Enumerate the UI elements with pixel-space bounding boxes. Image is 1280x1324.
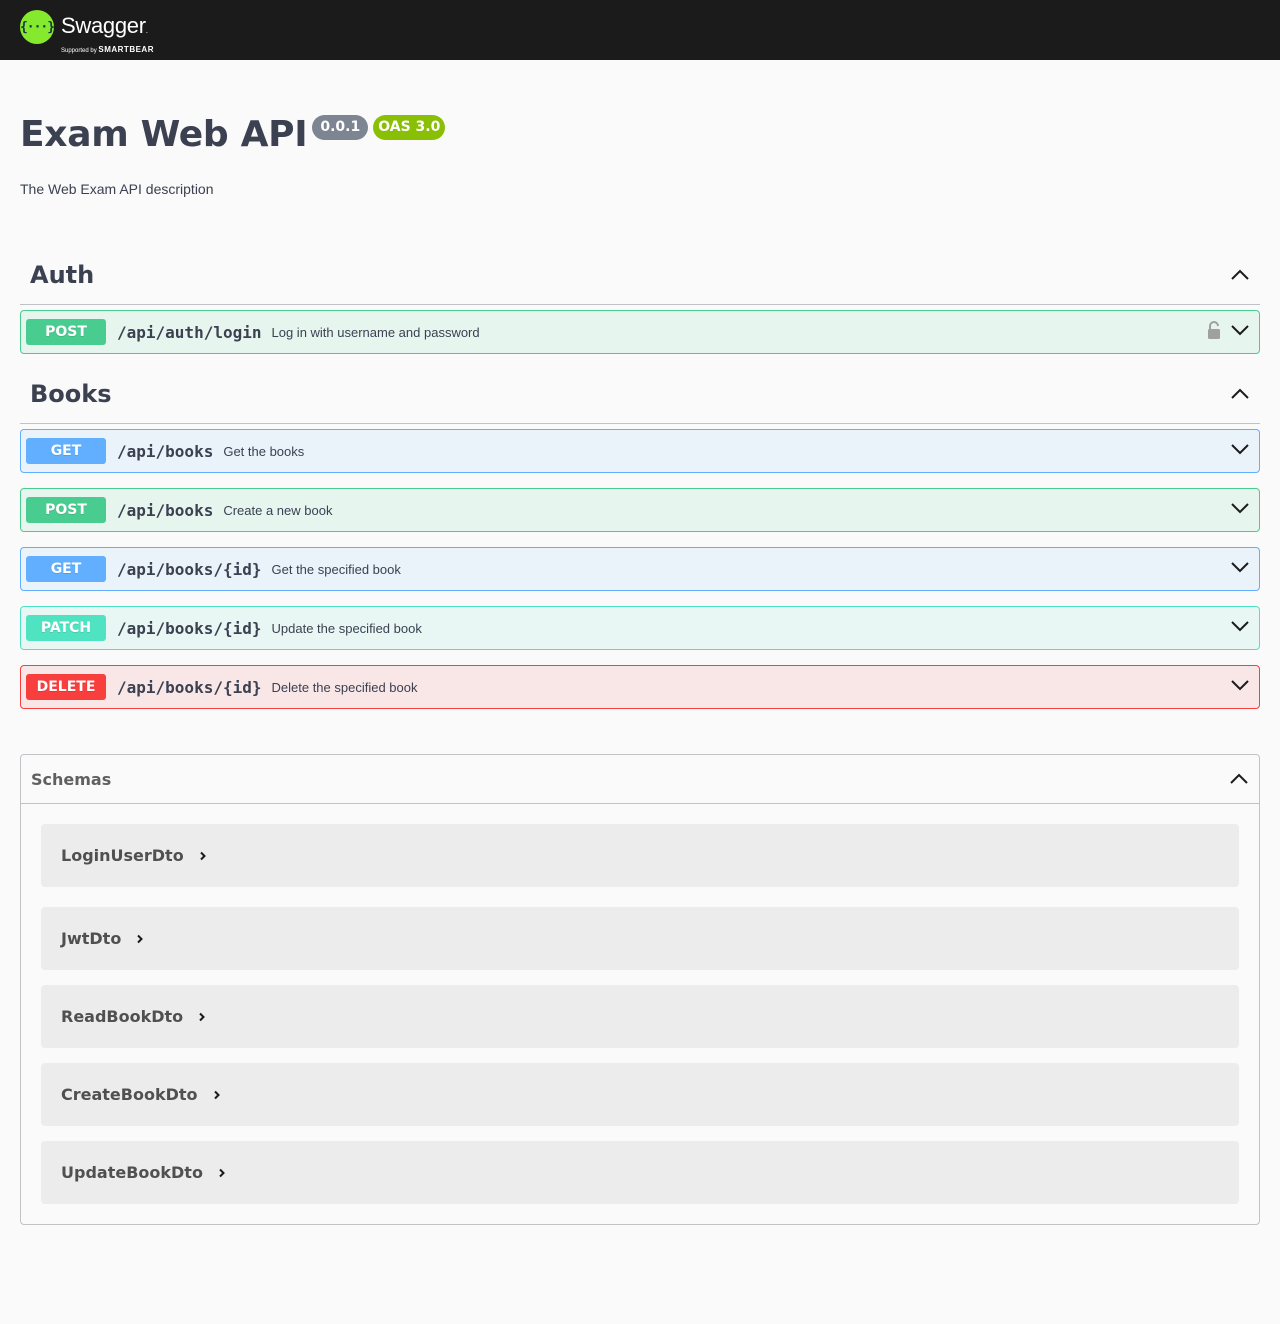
schema-model[interactable]: ReadBookDto <box>41 985 1239 1048</box>
operation-summary: Get the books <box>223 443 305 459</box>
method-badge: PATCH <box>26 615 106 641</box>
tag-books-title: Books <box>30 379 112 408</box>
chevron-up-icon[interactable] <box>1229 769 1249 789</box>
operation-post-books[interactable]: POST /api/books Create a new book <box>20 488 1260 532</box>
schema-name: JwtDto <box>61 929 122 948</box>
logo-name: Swagger. <box>61 13 148 38</box>
operation-path: /api/auth/login <box>117 322 262 342</box>
chevron-up-icon[interactable] <box>1230 384 1250 404</box>
operation-patch-book[interactable]: PATCH /api/books/{id} Update the specifi… <box>20 606 1260 650</box>
method-badge: DELETE <box>26 674 106 700</box>
lock-icon[interactable] <box>1206 320 1222 345</box>
chevron-right-icon[interactable] <box>217 1168 227 1178</box>
version-badge: 0.0.1 <box>312 115 369 140</box>
chevron-down-icon[interactable] <box>1230 616 1250 641</box>
schema-model[interactable]: LoginUserDto <box>41 824 1239 887</box>
operation-delete-book[interactable]: DELETE /api/books/{id} Delete the specif… <box>20 665 1260 709</box>
tag-books-header[interactable]: Books <box>20 364 1260 424</box>
chevron-right-icon[interactable] <box>198 851 208 861</box>
schema-model[interactable]: JwtDto <box>41 907 1239 970</box>
schema-name: ReadBookDto <box>61 1007 184 1026</box>
schemas-title: Schemas <box>31 769 112 789</box>
oas-badge: OAS 3.0 <box>373 115 446 140</box>
chevron-down-icon[interactable] <box>1230 498 1250 523</box>
chevron-down-icon[interactable] <box>1230 557 1250 582</box>
chevron-right-icon[interactable] <box>135 934 145 944</box>
operation-path: /api/books <box>117 500 214 520</box>
chevron-down-icon[interactable] <box>1230 439 1250 464</box>
chevron-up-icon[interactable] <box>1230 265 1250 285</box>
method-badge: POST <box>26 319 106 345</box>
schema-model[interactable]: CreateBookDto <box>41 1063 1239 1126</box>
swagger-logo[interactable]: {···} Swagger. Supported by SMARTBEAR <box>20 10 154 54</box>
swagger-logo-icon: {···} <box>20 10 55 44</box>
chevron-down-icon[interactable] <box>1230 320 1250 345</box>
operation-summary: Delete the specified book <box>271 679 418 695</box>
operation-summary: Create a new book <box>223 502 333 518</box>
schema-model[interactable]: UpdateBookDto <box>41 1141 1239 1204</box>
chevron-down-icon[interactable] <box>1230 675 1250 700</box>
method-badge: GET <box>26 438 106 464</box>
tag-auth-title: Auth <box>30 260 95 289</box>
operation-summary: Update the specified book <box>271 620 422 636</box>
operation-get-book-by-id[interactable]: GET /api/books/{id} Get the specified bo… <box>20 547 1260 591</box>
operation-path: /api/books/{id} <box>117 677 262 697</box>
operation-path: /api/books/{id} <box>117 559 262 579</box>
topbar: {···} Swagger. Supported by SMARTBEAR <box>0 0 1280 60</box>
chevron-right-icon[interactable] <box>212 1090 222 1100</box>
method-badge: POST <box>26 497 106 523</box>
schema-name: LoginUserDto <box>61 846 184 865</box>
operation-summary: Get the specified book <box>271 561 401 577</box>
schemas-header[interactable]: Schemas <box>21 755 1259 804</box>
api-title: Exam Web API <box>20 114 308 155</box>
operation-path: /api/books <box>117 441 214 461</box>
method-badge: GET <box>26 556 106 582</box>
schema-name: UpdateBookDto <box>61 1163 203 1182</box>
schemas-section: Schemas LoginUserDto JwtDto ReadBookDto … <box>20 754 1260 1225</box>
chevron-right-icon[interactable] <box>197 1012 207 1022</box>
operation-post-auth-login[interactable]: POST /api/auth/login Log in with usernam… <box>20 310 1260 354</box>
operation-summary: Log in with username and password <box>271 324 480 340</box>
tag-auth-header[interactable]: Auth <box>20 245 1260 305</box>
api-title-row: Exam Web API 0.0.1 OAS 3.0 <box>20 113 446 157</box>
api-description: The Web Exam API description <box>20 181 214 197</box>
operation-path: /api/books/{id} <box>117 618 262 638</box>
schema-name: CreateBookDto <box>61 1085 198 1104</box>
logo-subtitle: Supported by SMARTBEAR <box>61 45 154 54</box>
operation-get-books[interactable]: GET /api/books Get the books <box>20 429 1260 473</box>
